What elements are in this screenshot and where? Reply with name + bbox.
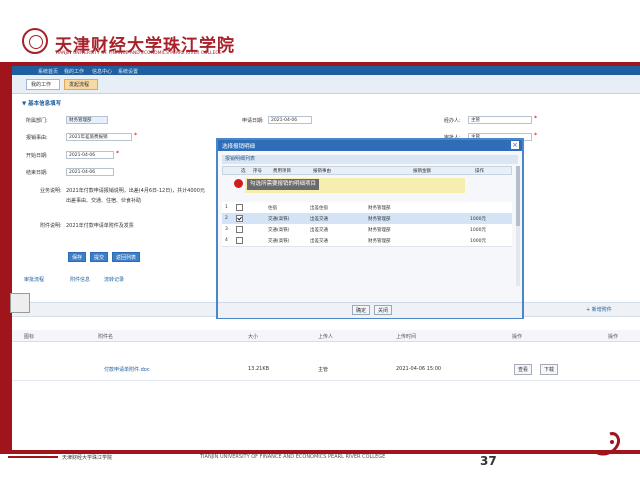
footer-rule [8,456,58,458]
attach-text: 2021年付款申请单附件及发票 [66,223,134,229]
college-seal-logo [22,28,48,54]
grid-row[interactable]: 4 交通(高铁) 出差交通 财务管理部 1000元 [222,235,512,247]
subtab-attachments[interactable]: 附件信息 [70,276,90,283]
attachment-size: 13.21KB [248,366,270,372]
annotation-dot-icon [234,179,243,188]
submit-button[interactable]: 提交 [90,252,108,262]
field-label: 结束日期: [26,170,48,176]
dialog-header: 选择报销明细 × [218,140,522,151]
attachment-time: 2021-04-06 15:00 [396,366,442,372]
start-date-field[interactable]: 2021-04-06 [66,151,114,159]
desc-text-2: 出差事由、交通、住宿、伙食补助 [66,198,142,204]
close-icon[interactable]: × [511,141,519,149]
nav-item[interactable]: 系统设置 [118,68,138,75]
college-name-en: TIANJIN UNIVERSITY OF FINANCE AND ECONOM… [55,51,222,56]
select-detail-dialog: 选择报销明细 × 报销明细列表 选 序号 费用项目 报销事由 报销金额 操作 1… [216,138,524,319]
view-button[interactable]: 查看 [514,364,533,375]
subtab-approval[interactable]: 审批流程 [24,276,44,283]
row-checkbox[interactable] [236,237,243,244]
subtab-records[interactable]: 流转记录 [104,276,124,283]
desc-text: 2021年付款申请报销说明，出差(4月6日-12日)，共计4000元 [66,188,205,194]
dialog-subtitle: 报销明细列表 [222,155,518,164]
table-row: 付款申请单附件.doc 13.21KB 主管 2021-04-06 15:00 … [12,358,640,381]
footer-college-cn: 天津财经大学珠江学院 [62,455,113,461]
tab-bar: 我的工作 发起流程 [12,75,640,94]
field-label: 报销事由: [26,135,48,141]
section-title: ▼ 基本信息填写 [22,101,62,107]
back-list-button[interactable]: 返回列表 [112,252,140,262]
attachment-uploader: 主管 [318,367,329,373]
handler-field[interactable]: 主管 [468,116,532,124]
dialog-footer: 确定 关闭 [218,302,522,318]
row-checkbox[interactable] [236,204,243,211]
add-attachment-button[interactable]: + 新增附件 [586,306,612,313]
apply-date-field[interactable]: 2021-04-06 [268,116,312,124]
field-label: 申请日期: [242,118,264,124]
attach-label: 附件说明: [40,223,62,229]
file-icon [10,293,30,313]
end-date-field[interactable]: 2021-04-06 [66,168,114,176]
page-number: 37 [480,454,497,468]
dialog-title: 选择报销明细 [222,144,256,150]
grid-header: 选 序号 费用项目 报销事由 报销金额 操作 [222,166,512,175]
tab-my-work[interactable]: 我的工作 [26,79,60,90]
confirm-button[interactable]: 确定 [352,305,370,315]
tab-start-flow[interactable]: 发起流程 [64,79,98,90]
field-label: 所属部门: [26,118,48,124]
download-button[interactable]: 下载 [540,364,559,375]
row-checkbox[interactable] [236,226,243,233]
attachment-name-link[interactable]: 付款申请单附件.doc [104,366,150,373]
dialog-scrollbar[interactable] [516,166,520,286]
nav-item[interactable]: 我的工作 [64,68,84,75]
attachment-table-header: 图标 附件名 大小 上传人 上传时间 操作 操作 [12,330,640,342]
cancel-button[interactable]: 关闭 [374,305,392,315]
dept-field[interactable]: 财务管理部 [66,116,108,124]
field-label: 开始日期: [26,153,48,159]
field-label: 经办人: [444,118,461,124]
desc-label: 业务说明: [40,188,62,194]
row-checkbox-checked[interactable] [236,215,243,222]
save-button[interactable]: 保存 [68,252,86,262]
footer-college-en: TIANJIN UNIVERSITY OF FINANCE AND ECONOM… [200,454,386,460]
nav-item[interactable]: 信息中心 [92,68,112,75]
nav-item[interactable]: 系统首页 [38,68,58,75]
reason-field[interactable]: 2021年差旅费报销 [66,133,132,141]
decorative-swirl-icon [595,432,620,456]
top-navbar: 系统首页 我的工作 信息中心 系统设置 [12,66,640,75]
annotation-tooltip: 勾选所需要报销的明细项目 [247,179,320,190]
